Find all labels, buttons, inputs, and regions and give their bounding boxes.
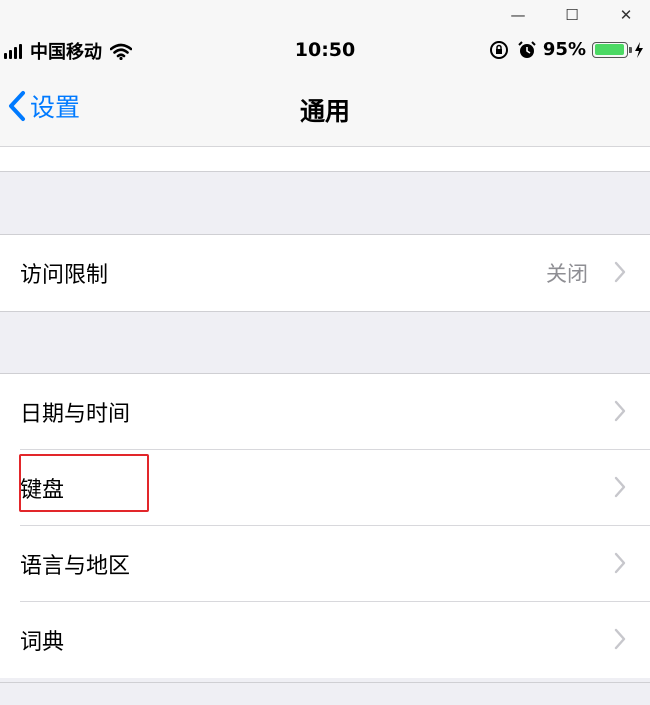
maximize-button[interactable]: ☐ [550,0,594,30]
window-title-bar: — ☐ ✕ [0,0,650,30]
divider [0,171,650,172]
row-restrictions[interactable]: 访问限制 关闭 [0,235,650,311]
status-bar: 中国移动 10:50 95% [0,30,650,70]
row-language-region[interactable]: 语言与地区 [0,526,650,602]
minimize-button[interactable]: — [496,0,540,30]
divider [0,682,650,683]
highlight-annotation [19,454,149,512]
orientation-lock-icon [489,40,508,59]
charging-icon [635,41,643,58]
close-icon: ✕ [619,6,633,24]
row-value: 关闭 [546,262,588,286]
minimize-icon: — [510,6,526,24]
row-label: 访问限制 [20,263,109,288]
scrolled-cell-remnant [0,147,650,171]
maximize-icon: ☐ [565,6,579,24]
battery-fill [594,44,624,55]
row-label: 词典 [20,630,65,655]
settings-group-general: 日期与时间 键盘 语言与地区 词典 [0,374,650,678]
chevron-right-icon [614,261,626,283]
battery-icon [592,41,632,58]
row-dictionary[interactable]: 词典 [0,602,650,678]
battery-percent: 95% [542,39,586,60]
close-button[interactable]: ✕ [604,0,648,30]
chevron-right-icon [614,400,626,422]
navigation-bar: 设置 通用 [0,70,650,146]
page-title: 通用 [299,97,350,126]
row-label: 语言与地区 [20,554,131,579]
row-date-time[interactable]: 日期与时间 [0,374,650,450]
chevron-right-icon [614,628,626,650]
status-right: 95% [489,39,644,60]
alarm-icon [518,40,536,58]
chevron-right-icon [614,552,626,574]
row-label: 日期与时间 [20,402,131,427]
divider [0,311,650,312]
chevron-right-icon [614,476,626,498]
settings-group-restrictions: 访问限制 关闭 [0,235,650,311]
